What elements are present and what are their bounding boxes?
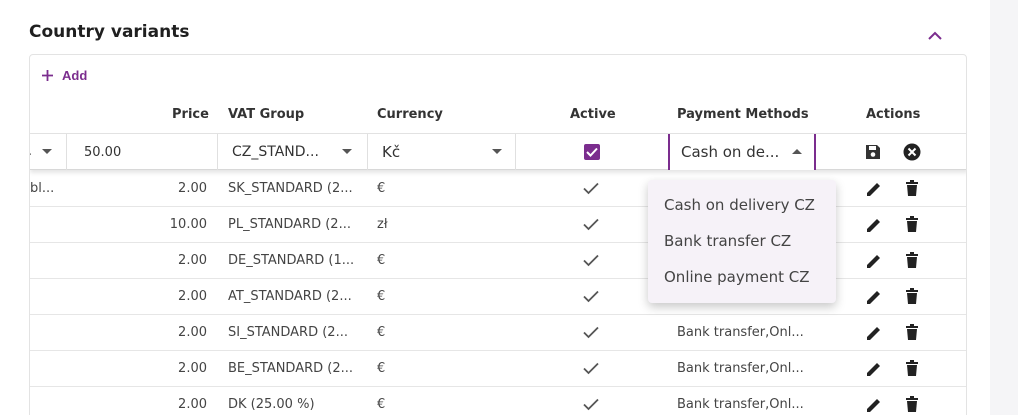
header-actions: Actions xyxy=(866,107,921,122)
check-icon xyxy=(583,182,599,195)
edit-icon[interactable] xyxy=(866,217,882,233)
edit-icon[interactable] xyxy=(866,361,882,377)
delete-icon[interactable] xyxy=(906,288,918,304)
caret-down-icon xyxy=(42,149,52,154)
section-title: Country variants xyxy=(29,22,190,42)
edit-icon[interactable] xyxy=(866,181,882,197)
delete-icon[interactable] xyxy=(906,216,918,232)
currency-select[interactable]: Kč xyxy=(368,134,516,170)
check-icon xyxy=(583,290,599,303)
delete-icon[interactable] xyxy=(906,324,918,340)
country-variants-panel: Country variants Add Price VAT Group Cur… xyxy=(0,0,990,415)
cancel-button[interactable] xyxy=(903,143,921,166)
check-icon xyxy=(586,147,598,157)
delete-icon[interactable] xyxy=(906,360,918,376)
payment-methods-dropdown: Cash on delivery CZ Bank transfer CZ Onl… xyxy=(648,180,836,303)
check-icon xyxy=(583,254,599,267)
dropdown-option-cash-on-delivery[interactable]: Cash on delivery CZ xyxy=(648,187,836,223)
save-button[interactable] xyxy=(865,144,881,165)
vat-group-select[interactable]: CZ_STAND... xyxy=(218,134,368,170)
header-price: Price xyxy=(172,107,209,122)
edit-icon[interactable] xyxy=(866,289,882,305)
caret-down-icon xyxy=(492,149,502,154)
plus-icon xyxy=(42,70,53,81)
active-checkbox[interactable] xyxy=(584,144,600,160)
delete-icon[interactable] xyxy=(906,180,918,196)
add-button-label: Add xyxy=(62,68,88,83)
payment-methods-select[interactable]: Cash on de... xyxy=(668,134,816,170)
header-active: Active xyxy=(570,107,616,122)
add-button[interactable]: Add xyxy=(41,68,87,83)
price-input[interactable]: 50.00 xyxy=(67,134,218,170)
edit-icon[interactable] xyxy=(866,253,882,269)
caret-down-icon xyxy=(342,149,352,154)
dropdown-option-online-payment[interactable]: Online payment CZ xyxy=(648,259,836,295)
check-icon xyxy=(583,218,599,231)
table-row: 2.00 BE_STANDARD (2... € Bank transfer,O… xyxy=(30,351,966,387)
header-payment-methods: Payment Methods xyxy=(677,107,809,122)
name-select[interactable]: . xyxy=(30,134,67,170)
table-row: 2.00 DK (25.00 %) € Bank transfer,Onl... xyxy=(30,387,966,415)
check-icon xyxy=(583,398,599,411)
delete-icon[interactable] xyxy=(906,396,918,412)
check-icon xyxy=(583,326,599,339)
edit-icon[interactable] xyxy=(866,397,882,413)
header-vat-group: VAT Group xyxy=(228,107,305,122)
edit-icon[interactable] xyxy=(866,325,882,341)
dropdown-option-bank-transfer[interactable]: Bank transfer CZ xyxy=(648,223,836,259)
edit-row: . 50.00 CZ_STAND... Kč Cash on de... xyxy=(30,134,966,170)
table-row: 2.00 SI_STANDARD (2... € Bank transfer,O… xyxy=(30,315,966,351)
chevron-up-icon xyxy=(928,31,942,40)
caret-up-icon xyxy=(792,149,802,154)
collapse-button[interactable] xyxy=(924,24,946,46)
header-currency: Currency xyxy=(377,107,443,122)
check-icon xyxy=(583,362,599,375)
close-circle-icon xyxy=(903,143,921,161)
delete-icon[interactable] xyxy=(906,252,918,268)
save-icon xyxy=(866,145,880,159)
